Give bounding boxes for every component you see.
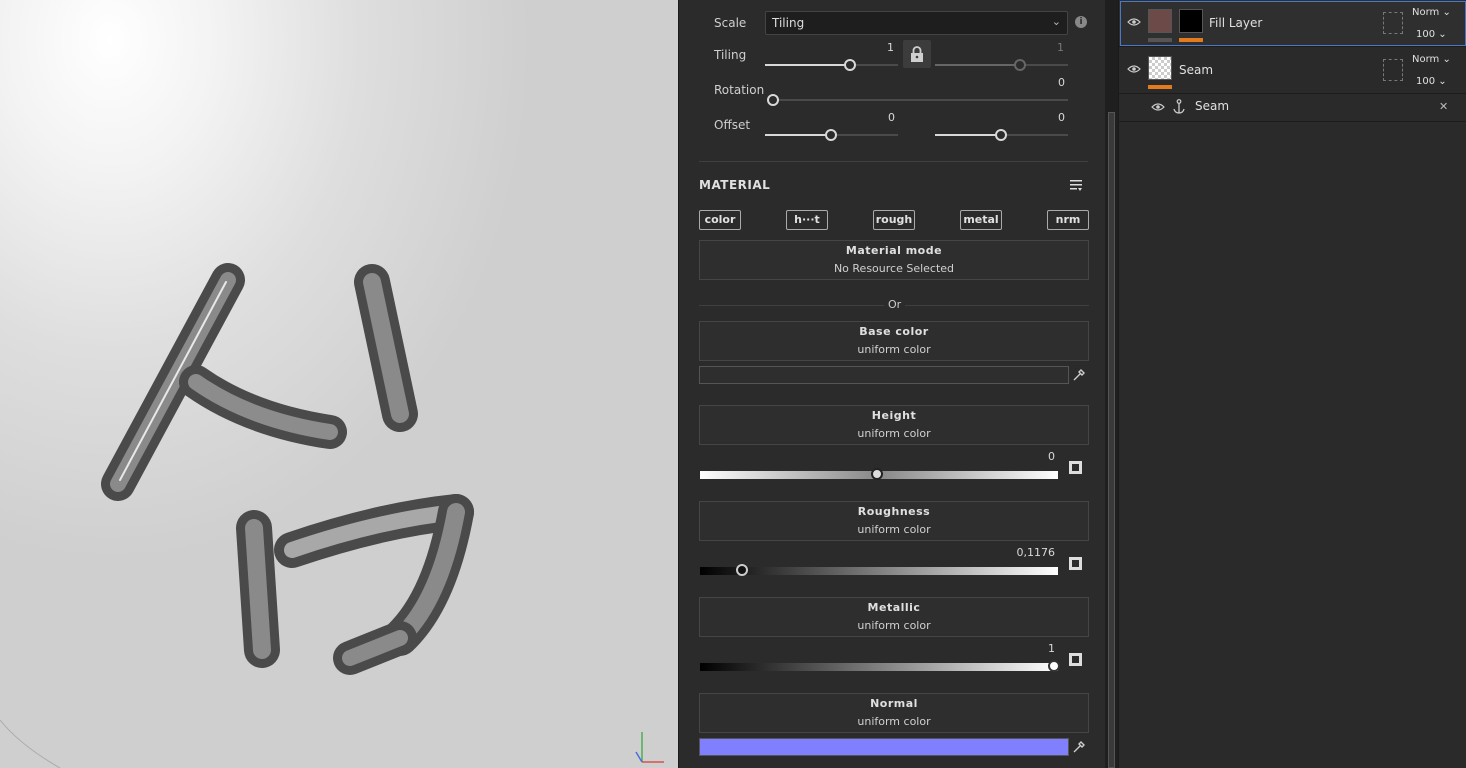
channel-height-button[interactable]: h···t xyxy=(786,210,828,230)
base-color-swatch[interactable] xyxy=(699,366,1069,384)
layer-row-anchor[interactable]: Seam ✕ xyxy=(1119,94,1466,122)
roughness-subtitle: uniform color xyxy=(857,523,931,536)
base-color-slot[interactable]: Base color uniform color xyxy=(699,321,1089,361)
texture-map-icon[interactable] xyxy=(1069,557,1082,570)
roughness-slider[interactable] xyxy=(700,564,1058,576)
base-color-title: Base color xyxy=(859,325,929,338)
texture-map-icon[interactable] xyxy=(1069,461,1082,474)
layer-row-seam[interactable]: Seam Norm ⌄ 100 ⌄ xyxy=(1119,47,1466,94)
channel-color-button[interactable]: color xyxy=(699,210,741,230)
metallic-slider[interactable] xyxy=(700,660,1060,672)
fill-layer-thumbnail[interactable] xyxy=(1148,9,1172,33)
rotation-value: 0 xyxy=(1058,76,1065,89)
normal-slot[interactable]: Normal uniform color xyxy=(699,693,1089,733)
channel-metal-button[interactable]: metal xyxy=(960,210,1002,230)
roughness-slider-knob[interactable] xyxy=(736,564,748,576)
anchor-icon xyxy=(1173,99,1185,114)
height-slider-knob[interactable] xyxy=(871,468,883,480)
layer-name[interactable]: Fill Layer xyxy=(1209,16,1262,30)
roughness-slot[interactable]: Roughness uniform color xyxy=(699,501,1089,541)
mask-indicator xyxy=(1179,38,1203,42)
height-value: 0 xyxy=(1048,450,1055,463)
height-subtitle: uniform color xyxy=(857,427,931,440)
chevron-down-icon: ⌄ xyxy=(1051,15,1061,28)
tiling-u-slider[interactable] xyxy=(765,59,898,71)
height-slider[interactable] xyxy=(700,468,1058,480)
properties-panel: Scale Tiling ⌄ i Tiling 1 1 Rotation 0 O… xyxy=(678,0,1105,768)
layers-panel: Fill Layer Norm ⌄ 100 ⌄ Seam Norm ⌄ 100 … xyxy=(1118,0,1466,768)
metallic-title: Metallic xyxy=(867,601,921,614)
or-text: Or xyxy=(884,298,906,311)
offset-label: Offset xyxy=(714,118,751,132)
texture-map-icon[interactable] xyxy=(1069,653,1082,666)
normal-subtitle: uniform color xyxy=(857,715,931,728)
offset-v-value: 0 xyxy=(1058,111,1065,124)
layer-color-bar xyxy=(1148,85,1172,89)
channel-nrm-button[interactable]: nrm xyxy=(1047,210,1089,230)
opacity-field[interactable]: 100 ⌄ xyxy=(1416,76,1447,87)
metallic-value: 1 xyxy=(1048,642,1055,655)
blend-mode-dropdown[interactable]: Norm ⌄ xyxy=(1412,54,1451,65)
base-color-subtitle: uniform color xyxy=(857,343,931,356)
layer-color-bar xyxy=(1148,38,1172,42)
close-icon[interactable]: ✕ xyxy=(1439,100,1448,113)
metallic-subtitle: uniform color xyxy=(857,619,931,632)
viewport-render xyxy=(0,263,664,768)
roughness-value: 0,1176 xyxy=(1016,546,1056,559)
height-slot[interactable]: Height uniform color xyxy=(699,405,1089,445)
channel-rough-button[interactable]: rough xyxy=(873,210,915,230)
rotation-label: Rotation xyxy=(714,83,765,97)
blend-mode-dropdown[interactable]: Norm ⌄ xyxy=(1412,7,1451,18)
3d-viewport[interactable] xyxy=(0,0,678,768)
material-mode-slot[interactable]: Material mode No Resource Selected xyxy=(699,240,1089,280)
rotation-slider[interactable] xyxy=(767,94,1068,106)
lock-button[interactable] xyxy=(903,40,931,68)
layer-name[interactable]: Seam xyxy=(1179,63,1213,77)
lock-icon xyxy=(911,46,923,62)
material-mode-title: Material mode xyxy=(845,244,943,257)
mask-thumbnail[interactable] xyxy=(1179,9,1203,33)
eye-icon[interactable] xyxy=(1127,64,1141,74)
metallic-slider-knob[interactable] xyxy=(1048,660,1060,672)
mask-placeholder[interactable] xyxy=(1383,12,1403,34)
material-mode-subtitle: No Resource Selected xyxy=(833,262,955,275)
divider xyxy=(699,161,1088,162)
offset-u-value: 0 xyxy=(888,111,895,124)
info-icon[interactable]: i xyxy=(1075,16,1087,28)
roughness-title: Roughness xyxy=(857,505,931,518)
scale-label: Scale xyxy=(714,16,747,30)
offset-u-slider[interactable] xyxy=(765,129,898,141)
tiling-v-value: 1 xyxy=(1057,41,1064,54)
normal-color-swatch[interactable] xyxy=(699,738,1069,756)
scale-dropdown[interactable]: Tiling ⌄ xyxy=(765,11,1068,35)
tiling-u-value: 1 xyxy=(887,41,894,54)
metallic-slot[interactable]: Metallic uniform color xyxy=(699,597,1089,637)
height-title: Height xyxy=(871,409,917,422)
eye-icon[interactable] xyxy=(1151,102,1165,112)
opacity-field[interactable]: 100 ⌄ xyxy=(1416,29,1447,40)
offset-v-slider[interactable] xyxy=(935,129,1068,141)
eye-icon[interactable] xyxy=(1127,17,1141,27)
layer-row-fill-layer[interactable]: Fill Layer Norm ⌄ 100 ⌄ xyxy=(1119,0,1466,47)
mask-placeholder[interactable] xyxy=(1383,59,1403,81)
eyedropper-icon[interactable] xyxy=(1072,740,1086,754)
axis-gizmo xyxy=(635,732,664,763)
anchor-name[interactable]: Seam xyxy=(1195,99,1229,113)
normal-title: Normal xyxy=(870,697,918,710)
scale-dropdown-value: Tiling xyxy=(772,16,805,30)
tiling-label: Tiling xyxy=(714,48,747,62)
eyedropper-icon[interactable] xyxy=(1072,368,1086,382)
properties-scrollbar[interactable] xyxy=(1105,0,1118,768)
preset-menu-icon[interactable] xyxy=(1069,178,1083,192)
seam-layer-thumbnail[interactable] xyxy=(1148,56,1172,80)
tiling-v-slider[interactable] xyxy=(935,59,1068,71)
material-section-title: MATERIAL xyxy=(699,178,771,192)
